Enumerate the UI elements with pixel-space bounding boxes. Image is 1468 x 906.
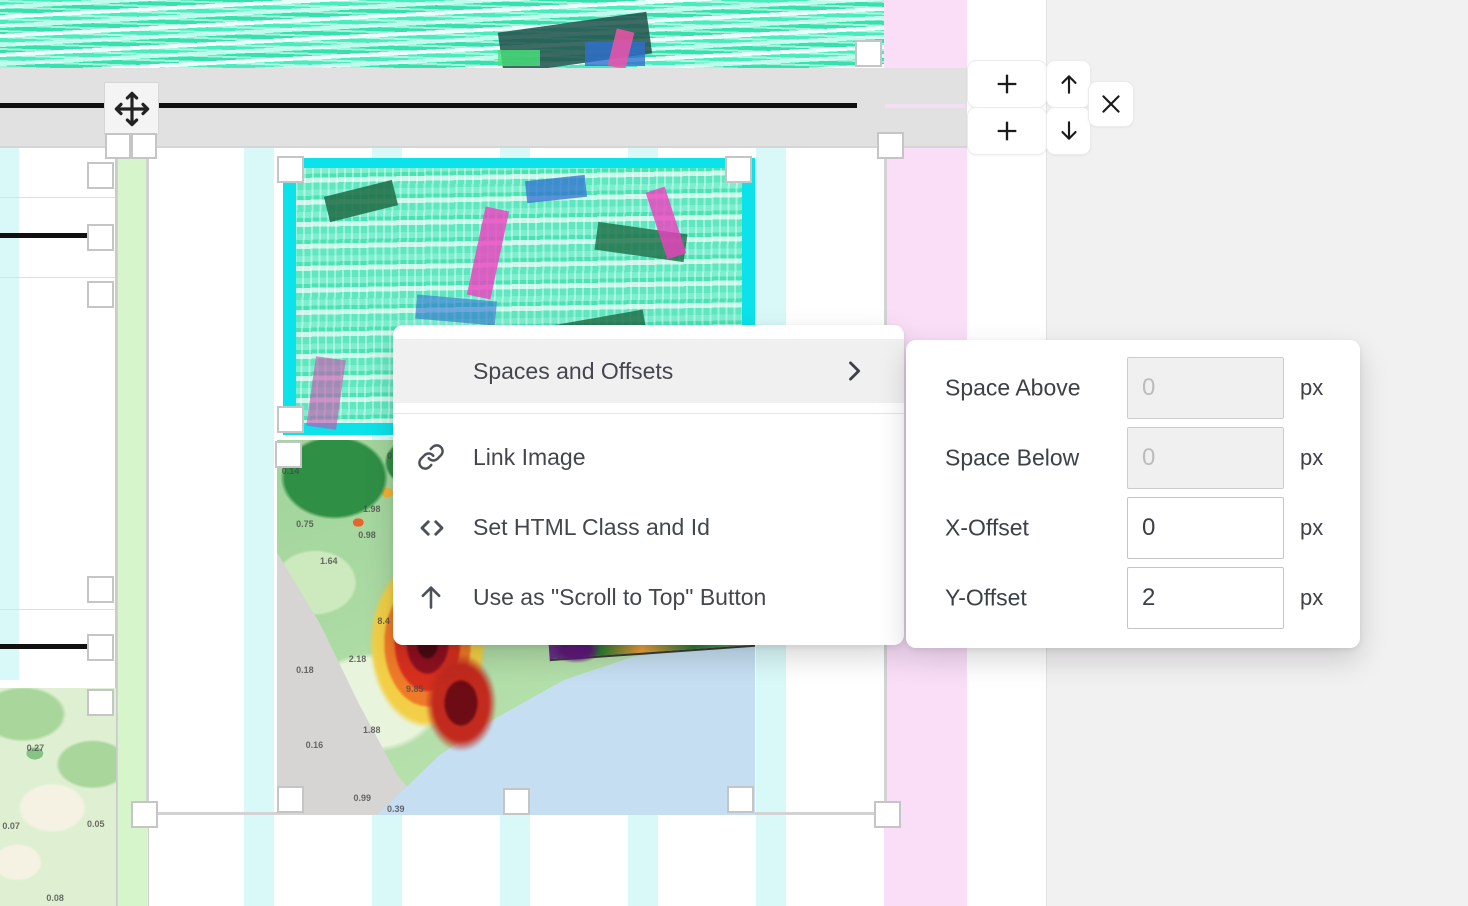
link-icon — [417, 443, 445, 471]
resize-handle[interactable] — [855, 40, 882, 67]
cyan-column-guide — [0, 146, 19, 680]
x-offset-input[interactable] — [1127, 497, 1284, 559]
map-value-label: 0.05 — [87, 819, 105, 829]
menu-separator — [393, 413, 904, 414]
map-value-label: 0.27 — [27, 743, 45, 753]
move-icon — [112, 89, 152, 129]
x-offset-label: X-Offset — [945, 515, 1029, 542]
resize-handle[interactable] — [275, 441, 302, 468]
left-precipitation-map-image[interactable]: 0.27 0.07 0.05 0.08 — [0, 688, 116, 906]
map-value-label: 0.08 — [46, 893, 64, 903]
header-glitch-image[interactable] — [0, 0, 884, 68]
field-row-y-offset: Y-Offset px — [906, 567, 1360, 629]
map-value-label: 9.85 — [406, 684, 424, 694]
code-icon — [417, 513, 445, 541]
arrow-up-icon — [1056, 71, 1082, 97]
insert-below-button[interactable] — [968, 108, 1046, 154]
map-value-label: 2.18 — [349, 654, 367, 664]
resize-handle[interactable] — [874, 801, 901, 828]
menu-item-spaces-and-offsets[interactable]: Spaces and Offsets — [393, 339, 904, 403]
element-boundary-line — [0, 277, 115, 278]
y-offset-input[interactable] — [1127, 567, 1284, 629]
unit-label: px — [1300, 515, 1323, 541]
resize-handle[interactable] — [87, 162, 114, 189]
menu-item-label: Link Image — [473, 444, 586, 471]
green-column-guide — [117, 146, 149, 906]
resize-handle[interactable] — [877, 132, 904, 159]
resize-handle[interactable] — [277, 406, 304, 433]
selection-border-left — [146, 146, 149, 814]
menu-item-label: Use as "Scroll to Top" Button — [473, 584, 766, 611]
plus-icon — [993, 117, 1021, 145]
element-boundary-line — [0, 197, 115, 198]
map-value-label: 0.18 — [296, 665, 314, 675]
menu-item-set-html-class[interactable]: Set HTML Class and Id — [393, 494, 904, 560]
map-value-label: 8.4 — [377, 616, 390, 626]
offsets-panel: Space Above px Space Below px X-Offset p… — [906, 340, 1360, 648]
cyan-column-guide — [244, 146, 274, 906]
field-row-space-below: Space Below px — [906, 427, 1360, 489]
resize-handle[interactable] — [725, 156, 752, 183]
map-value-label: 0.98 — [358, 530, 376, 540]
resize-handle[interactable] — [277, 786, 304, 813]
space-below-label: Space Below — [945, 445, 1079, 472]
resize-handle[interactable] — [87, 689, 114, 716]
map-value-label: 1.88 — [363, 725, 381, 735]
unit-label: px — [1300, 585, 1323, 611]
map-value-label: 0.39 — [387, 804, 405, 814]
arrow-up-icon — [417, 583, 445, 611]
space-below-input[interactable] — [1127, 427, 1284, 489]
insert-above-button[interactable] — [968, 61, 1046, 107]
menu-item-label: Set HTML Class and Id — [473, 514, 710, 541]
space-above-label: Space Above — [945, 375, 1081, 402]
map-value-label: 0.99 — [353, 793, 371, 803]
builder-canvas: 0.270.070.050.08 0.190.140.751.980.981.6… — [0, 0, 1468, 906]
move-handle[interactable] — [104, 82, 159, 135]
y-offset-label: Y-Offset — [945, 585, 1027, 612]
resize-handle[interactable] — [87, 634, 114, 661]
resize-handle[interactable] — [87, 224, 114, 251]
field-row-x-offset: X-Offset px — [906, 497, 1360, 559]
resize-handle[interactable] — [727, 786, 754, 813]
map-value-label: 0.75 — [296, 519, 314, 529]
map-value-label: 1.98 — [363, 504, 381, 514]
space-above-input[interactable] — [1127, 357, 1284, 419]
resize-handle[interactable] — [87, 576, 114, 603]
move-up-button[interactable] — [1047, 61, 1090, 107]
divider-line-ghost — [885, 104, 965, 108]
arrow-down-icon — [1056, 118, 1082, 144]
move-down-button[interactable] — [1047, 108, 1090, 154]
close-icon — [1098, 91, 1124, 117]
resize-handle[interactable] — [277, 156, 304, 183]
context-menu: Spaces and Offsets Link Image Set HTML C… — [393, 325, 904, 645]
divider-line[interactable] — [0, 233, 88, 238]
element-boundary-line — [0, 609, 115, 610]
map-value-label: 0.07 — [2, 821, 20, 831]
menu-item-scroll-to-top[interactable]: Use as "Scroll to Top" Button — [393, 564, 904, 630]
map-value-label: 1.64 — [320, 556, 338, 566]
menu-item-label: Spaces and Offsets — [473, 358, 673, 385]
resize-handle[interactable] — [131, 133, 157, 159]
unit-label: px — [1300, 375, 1323, 401]
remove-button[interactable] — [1089, 82, 1133, 126]
resize-handle[interactable] — [503, 788, 530, 815]
unit-label: px — [1300, 445, 1323, 471]
field-row-space-above: Space Above px — [906, 357, 1360, 419]
resize-handle[interactable] — [105, 133, 131, 159]
resize-handle[interactable] — [131, 801, 158, 828]
plus-icon — [993, 70, 1021, 98]
resize-handle[interactable] — [87, 281, 114, 308]
map-value-label: 0.16 — [306, 740, 324, 750]
menu-item-link-image[interactable]: Link Image — [393, 424, 904, 490]
divider-line[interactable] — [0, 644, 88, 649]
chevron-right-icon — [840, 357, 868, 385]
